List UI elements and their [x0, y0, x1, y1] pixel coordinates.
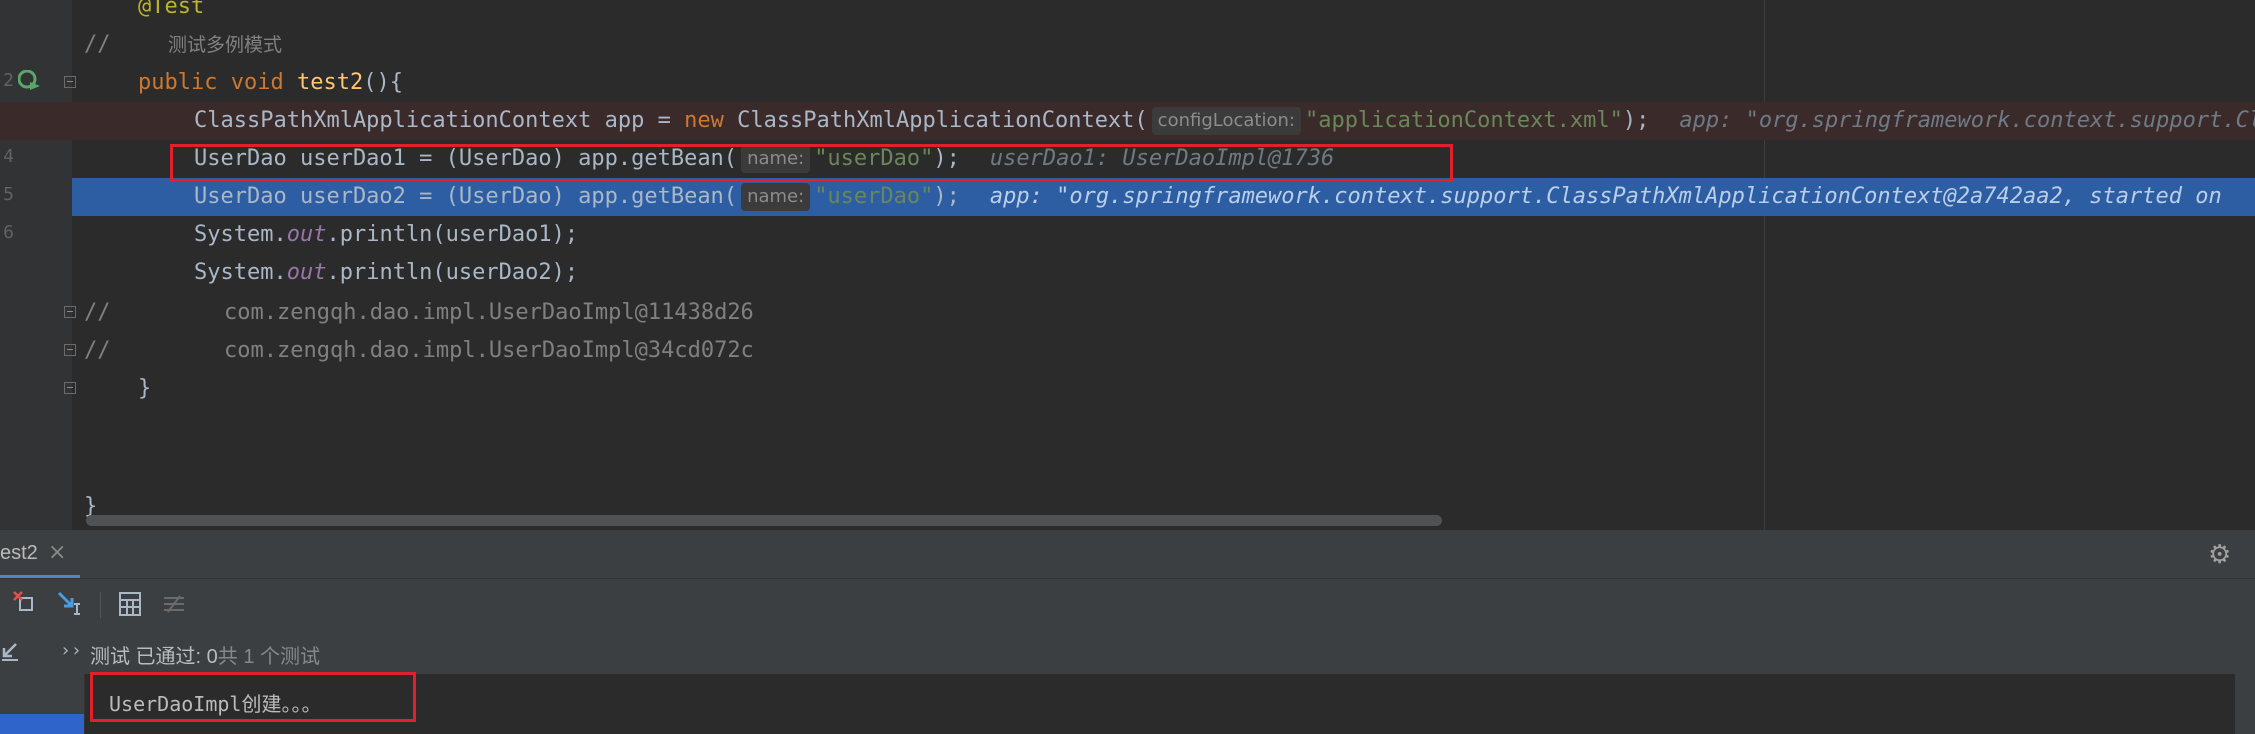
code-line: System.out.println(userDao2);: [0, 254, 2255, 292]
run-tool-window: est2 × ⚙ ›› 测试 已通过: 0共 1 个测试 UserDaoImpl…: [0, 530, 2255, 734]
code-line: // com.zengqh.dao.impl.UserDaoImpl@34cd07…: [0, 332, 2255, 370]
comment-text: 测试多例模式: [168, 34, 283, 56]
rerun-failed-icon[interactable]: [12, 590, 40, 618]
expand-icon[interactable]: ››: [60, 640, 82, 661]
comment-slashes: //: [84, 338, 111, 363]
static-field: out: [286, 260, 327, 285]
comment-text: com.zengqh.dao.impl.UserDaoImpl@11438d26: [224, 300, 754, 325]
code-text: UserDao userDao2 = (UserDao) app.getBean…: [194, 184, 738, 209]
code-line: public void test2(){: [0, 64, 2255, 102]
tab-test2[interactable]: est2 ×: [0, 530, 80, 578]
toolbar-separator: [100, 592, 101, 618]
comment-text: com.zengqh.dao.impl.UserDaoImpl@34cd072c: [224, 338, 754, 363]
parameter-hint: name:: [741, 183, 811, 211]
parameter-hint: configLocation:: [1151, 107, 1301, 135]
comment-slashes: //: [84, 32, 111, 57]
test-status-passed: 测试 已通过: 0: [90, 646, 218, 668]
code-line: // 测试多例模式: [0, 26, 2255, 64]
tab-label: est2: [0, 542, 38, 564]
code-text: .println(userDao1);: [326, 222, 579, 247]
code-text: ClassPathXmlApplicationContext(: [723, 108, 1148, 133]
debug-inline-value: app: "org.springframework.context.suppor…: [1679, 108, 2255, 133]
method-name: test2: [296, 70, 364, 95]
code-text: );: [1622, 108, 1650, 133]
filter-icon[interactable]: [160, 590, 188, 618]
sort-icon[interactable]: [56, 590, 84, 618]
keyword: new: [684, 108, 724, 133]
line-number: 5: [3, 184, 14, 205]
code-text: );: [933, 184, 960, 209]
code-text: .println(userDao2);: [326, 260, 579, 285]
string-literal: "applicationContext.xml": [1304, 108, 1623, 133]
code-text: (){: [363, 70, 403, 95]
calculator-icon[interactable]: [116, 590, 144, 618]
annotation: @Test: [138, 0, 205, 19]
collapse-icon[interactable]: [0, 638, 24, 666]
test-tree-selection[interactable]: [0, 714, 84, 734]
gear-icon[interactable]: ⚙: [2208, 540, 2231, 570]
breakpoint-line: ClassPathXmlApplicationContext app = new…: [0, 102, 2255, 140]
run-toolbar: [0, 578, 2255, 630]
code-line: System.out.println(userDao1);: [0, 216, 2255, 254]
current-execution-line: UserDao userDao2 = (UserDao) app.getBean…: [72, 178, 2255, 216]
comment-slashes: //: [84, 300, 111, 325]
tool-window-tabbar: est2 × ⚙: [0, 530, 2255, 579]
code-text: System.: [194, 260, 287, 285]
code-line: @Test: [0, 0, 2255, 26]
close-icon[interactable]: ×: [48, 540, 66, 565]
code-line: }: [0, 370, 2255, 408]
test-status: 测试 已通过: 0共 1 个测试: [90, 640, 320, 669]
highlight-box: [170, 144, 1453, 182]
code-text: ClassPathXmlApplicationContext app =: [194, 108, 685, 133]
test-results-row: ›› 测试 已通过: 0共 1 个测试: [0, 630, 2255, 674]
keyword: void: [230, 70, 284, 95]
keyword: public: [138, 70, 218, 95]
code-line: // com.zengqh.dao.impl.UserDaoImpl@11438d…: [0, 294, 2255, 332]
test-status-total: 共 1 个测试: [217, 646, 321, 668]
code-editor[interactable]: 2 3 4 5 6 @Test //测试多例模式 public void tes…: [0, 0, 2255, 530]
string-literal: "userDao": [814, 184, 934, 209]
code-text: System.: [194, 222, 287, 247]
code-text: }: [138, 376, 152, 401]
horizontal-scrollbar[interactable]: [86, 515, 1442, 526]
highlight-box: [90, 672, 416, 722]
debug-inline-value: app: "org.springframework.context.suppor…: [989, 184, 2222, 209]
static-field: out: [286, 222, 327, 247]
